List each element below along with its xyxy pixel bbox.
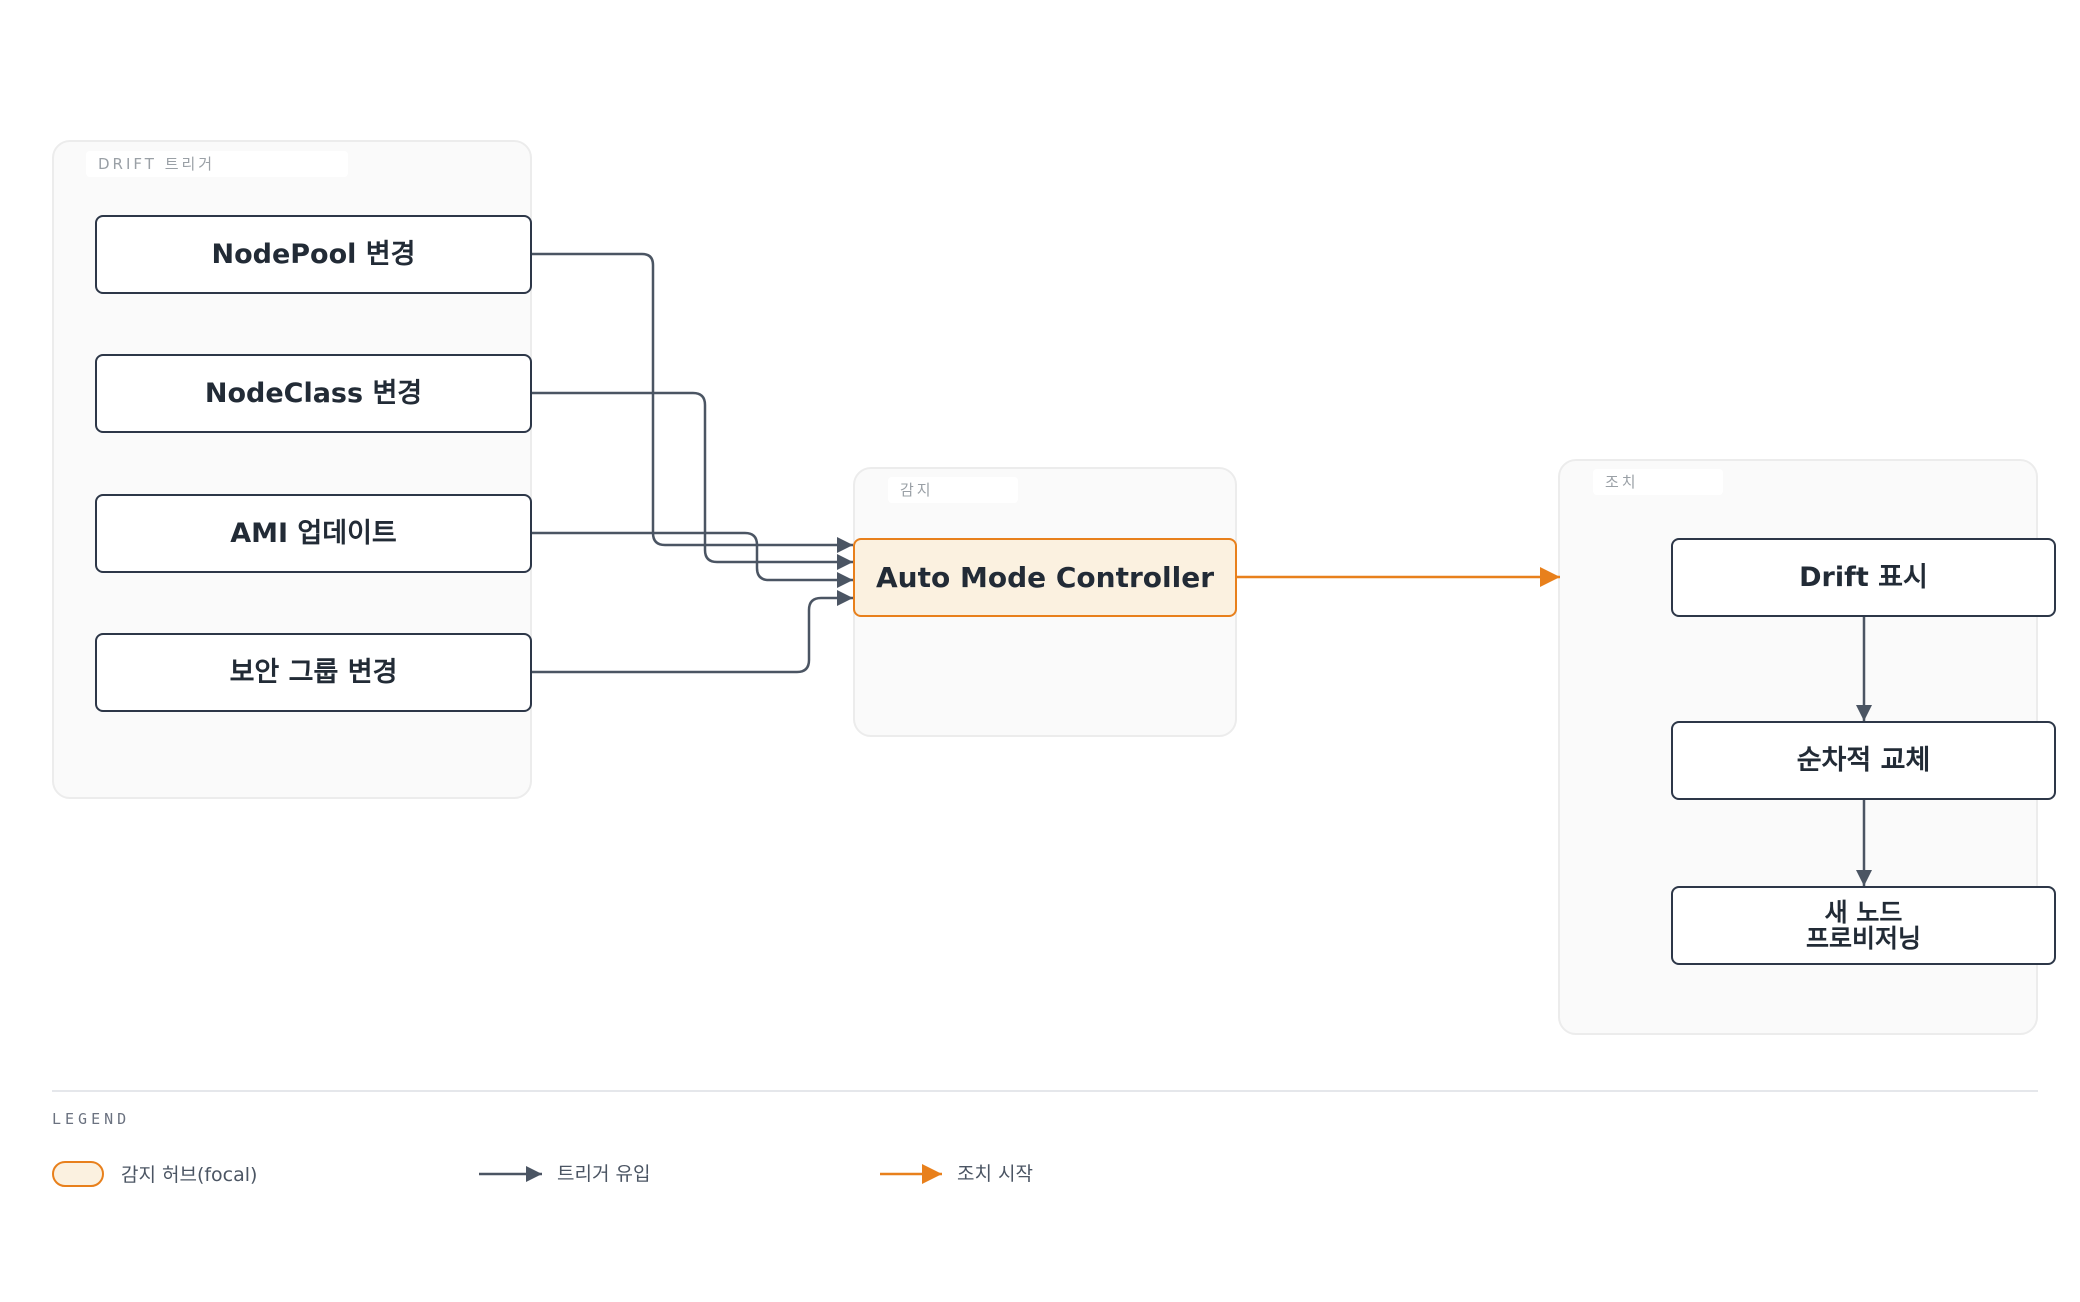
node-auto-mode-controller[interactable]: Auto Mode Controller — [853, 538, 1237, 617]
edge-nodeclass-to-controller — [532, 391, 853, 570]
edge-security-group-to-controller — [532, 590, 853, 674]
legend-hub-label: 감지 허브(focal) — [121, 1164, 258, 1186]
edge-ami-to-controller — [532, 531, 853, 588]
legend-hub-swatch — [52, 1161, 104, 1187]
node-security-group-change[interactable]: 보안 그룹 변경 — [95, 633, 532, 712]
node-new-node-provisioning-line1: 새 노드 — [1824, 897, 1903, 927]
edge-nodepool-to-controller — [532, 252, 853, 553]
node-nodeclass-change[interactable]: NodeClass 변경 — [95, 354, 532, 433]
legend-trigger-label: 트리거 유입 — [557, 1163, 651, 1185]
node-new-node-provisioning-line2: 프로비저닝 — [1805, 923, 1921, 953]
node-drift-mark[interactable]: Drift 표시 — [1671, 538, 2056, 617]
node-ami-update[interactable]: AMI 업데이트 — [95, 494, 532, 573]
node-nodepool-change[interactable]: NodePool 변경 — [95, 215, 532, 294]
legend-title: LEGEND — [52, 1110, 131, 1128]
node-new-node-provisioning[interactable]: 새 노드 프로비저닝 — [1671, 886, 2056, 965]
node-rolling-replace[interactable]: 순차적 교체 — [1671, 721, 2056, 800]
legend-action-label: 조치 시작 — [957, 1163, 1033, 1185]
